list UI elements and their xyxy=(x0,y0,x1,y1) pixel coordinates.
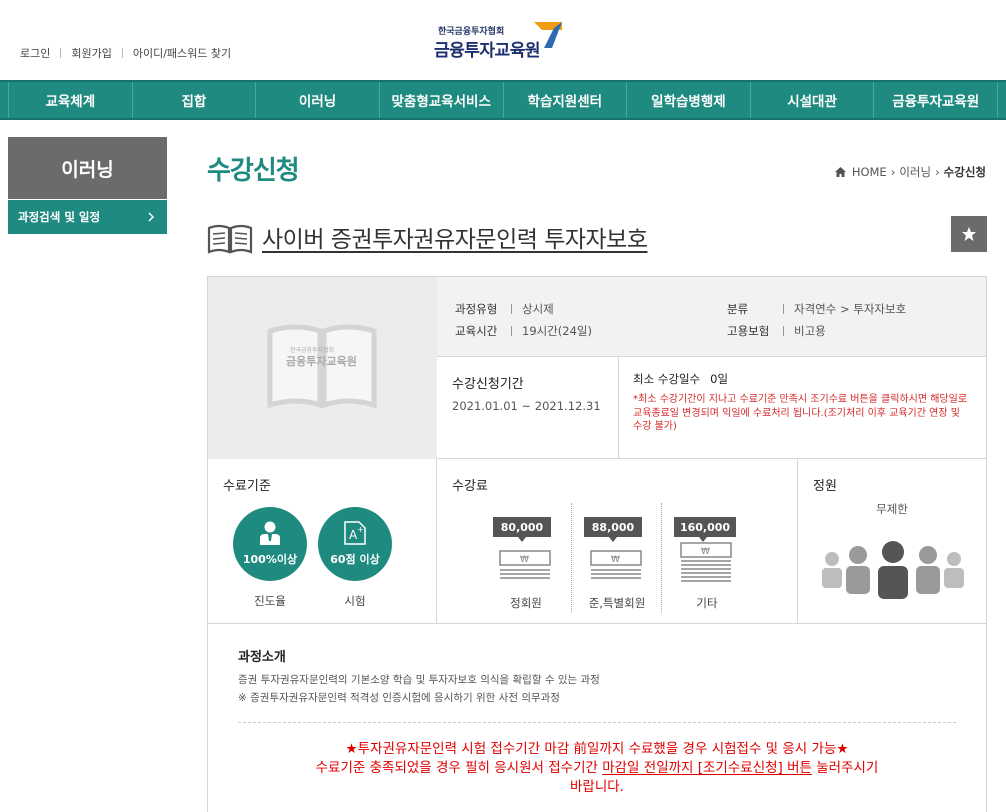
nav-institute[interactable]: 금융투자교육원 xyxy=(874,82,998,118)
lnb-item-course-search[interactable]: 과정검색 및 일정 xyxy=(8,200,167,234)
breadcrumb-home[interactable]: HOME xyxy=(852,165,887,179)
book-icon xyxy=(207,224,253,254)
svg-text:₩: ₩ xyxy=(520,555,529,565)
summary-row: 수료기준 100%이상 진도율 A + 60점 이상 시험 수강료 80,000… xyxy=(208,459,986,624)
completion-criteria: 수료기준 100%이상 진도율 A + 60점 이상 시험 xyxy=(208,459,437,624)
course-title-row: 사이버 증권투자권유자문인력 투자자보호 xyxy=(207,216,987,258)
fee-label: 수강료 xyxy=(452,479,488,494)
course-meta: 과정유형 상시제 교육시간 19시간(24일) 분류 자격연수 > 투자자보호 고용보… xyxy=(437,277,986,357)
nav-elearning[interactable]: 이러닝 xyxy=(256,82,380,118)
intro-label: 과정소개 xyxy=(238,650,286,665)
capacity: 정원 무제한 xyxy=(798,459,986,624)
favorite-button[interactable] xyxy=(951,216,987,252)
enroll-period-label: 수강신청기간 xyxy=(452,377,524,392)
intro-line-2: ※ 증권투자권유자문인력 적격성 인증시험에 응시하기 위한 사전 의무과정 xyxy=(238,692,560,704)
course-title: 사이버 증권투자권유자문인력 투자자보호 xyxy=(262,227,648,253)
main-nav: 교육체계 집합 이러닝 맞춤형교육서비스 학습지원센터 일학습병행제 시설대관 … xyxy=(0,80,1006,120)
money-stack-icon: ₩ xyxy=(590,550,642,579)
tuition-fee: 수강료 80,000 ₩ 정회원 88,000 ₩ 준,특별회원 160,000… xyxy=(437,459,798,624)
nav-learning-support[interactable]: 학습지원센터 xyxy=(504,82,628,118)
price-tag: 80,000 xyxy=(493,517,551,542)
course-intro: 과정소개 증권 투자권유자문인력의 기본소양 학습 및 투자자보호 의식을 확립… xyxy=(208,624,986,812)
lnb-item-label: 과정검색 및 일정 xyxy=(18,210,101,224)
page-title: 수강신청 xyxy=(207,156,300,186)
home-icon xyxy=(834,167,846,177)
exam-badge: A + 60점 이상 xyxy=(318,507,392,581)
intro-line-1: 증권 투자권유자문인력의 기본소양 학습 및 투자자보호 의식을 확립할 수 있… xyxy=(238,674,600,686)
course-thumbnail: 한국금융투자협회 금융투자교육원 xyxy=(208,277,437,459)
fee-caption: 기타 xyxy=(696,596,718,610)
nav-work-learning[interactable]: 일학습병행제 xyxy=(627,82,751,118)
min-days-label: 최소 수강일수 0일 xyxy=(633,372,729,386)
chevron-right-icon: › xyxy=(890,165,896,179)
signup-link[interactable]: 회원가입 xyxy=(71,45,111,61)
person-icon xyxy=(260,521,280,545)
divider xyxy=(60,48,62,58)
top-links: 로그인 회원가입 아이디/패스워드 찾기 xyxy=(20,45,231,61)
min-days-note: *최소 수강기간이 지나고 수료기준 만족시 조기수료 버튼을 클릭하시면 해당… xyxy=(633,394,968,432)
logo-title: 금융투자교육원 xyxy=(434,41,540,61)
money-stack-icon: ₩ xyxy=(680,542,732,582)
enroll-period-value: 2021.01.01 ~ 2021.12.31 xyxy=(452,399,601,413)
nav-custom-education[interactable]: 맞춤형교육서비스 xyxy=(380,82,504,118)
progress-caption: 진도율 xyxy=(254,594,286,608)
min-days: 최소 수강일수 0일 *최소 수강기간이 지나고 수료기준 만족시 조기수료 버튼… xyxy=(619,357,986,459)
fee-caption: 준,특별회원 xyxy=(588,596,646,610)
breadcrumb-mid[interactable]: 이러닝 xyxy=(899,164,931,180)
meta-insurance: 고용보험 비고용 xyxy=(727,324,826,338)
nav-education-system[interactable]: 교육체계 xyxy=(8,82,133,118)
chevron-right-icon: › xyxy=(935,165,940,179)
svg-text:+: + xyxy=(357,525,364,534)
enroll-period: 수강신청기간 2021.01.01 ~ 2021.12.31 xyxy=(437,357,619,459)
notice: ★투자권유자문인력 시험 접수기간 마감 前일까지 수료했을 경우 시험접수 및… xyxy=(238,740,956,797)
fee-regular: 80,000 ₩ 정회원 xyxy=(481,503,571,613)
meta-hours: 교육시간 19시간(24일) xyxy=(455,324,592,338)
progress-badge: 100%이상 xyxy=(233,507,307,581)
nav-classroom[interactable]: 집합 xyxy=(133,82,257,118)
notice-line-2: 수료기준 충족되었을 경우 필히 응시원서 접수기간 마감일 전일까지 [조기수… xyxy=(315,760,879,776)
svg-text:₩: ₩ xyxy=(701,547,710,557)
divider xyxy=(238,722,956,723)
price-tag: 88,000 xyxy=(584,517,642,542)
notice-line-1: ★투자권유자문인력 시험 접수기간 마감 前일까지 수료했을 경우 시험접수 및… xyxy=(345,741,849,757)
nav-facility-rental[interactable]: 시설대관 xyxy=(751,82,875,118)
money-stack-icon: ₩ xyxy=(499,550,551,579)
fee-associate: 88,000 ₩ 준,특별회원 xyxy=(571,503,661,613)
lnb-title: 이러닝 xyxy=(8,137,167,199)
fee-other: 160,000 ₩ 기타 xyxy=(661,503,751,613)
course-info-box: 한국금융투자협회 금융투자교육원 과정유형 상시제 교육시간 19시간(24일) 분… xyxy=(207,276,987,812)
completion-label: 수료기준 xyxy=(223,479,271,494)
star-icon xyxy=(962,227,976,241)
exam-grade-icon: A + xyxy=(344,521,366,545)
price-tag: 160,000 xyxy=(674,517,736,542)
logo-mark-icon xyxy=(534,22,562,48)
divider xyxy=(121,48,123,58)
fee-caption: 정회원 xyxy=(510,596,542,610)
people-group-icon xyxy=(822,541,964,599)
svg-text:₩: ₩ xyxy=(611,555,620,565)
meta-category: 분류 자격연수 > 투자자보호 xyxy=(727,302,907,316)
breadcrumb-current: 수강신청 xyxy=(943,165,986,179)
exam-caption: 시험 xyxy=(344,594,366,608)
find-id-password-link[interactable]: 아이디/패스워드 찾기 xyxy=(133,45,231,61)
chevron-right-icon xyxy=(148,212,155,222)
capacity-value: 무제한 xyxy=(876,502,908,516)
breadcrumb: HOME › 이러닝 › 수강신청 xyxy=(834,164,986,180)
thumbnail-logo-title: 금융투자교육원 xyxy=(286,355,357,368)
min-days-value: 0일 xyxy=(710,372,729,386)
site-logo[interactable]: 한국금융투자협회 금융투자교육원 xyxy=(424,22,564,62)
capacity-label: 정원 xyxy=(813,479,837,494)
login-link[interactable]: 로그인 xyxy=(20,45,50,61)
notice-line-3: 바랍니다. xyxy=(570,779,624,795)
meta-type: 과정유형 상시제 xyxy=(455,302,554,316)
